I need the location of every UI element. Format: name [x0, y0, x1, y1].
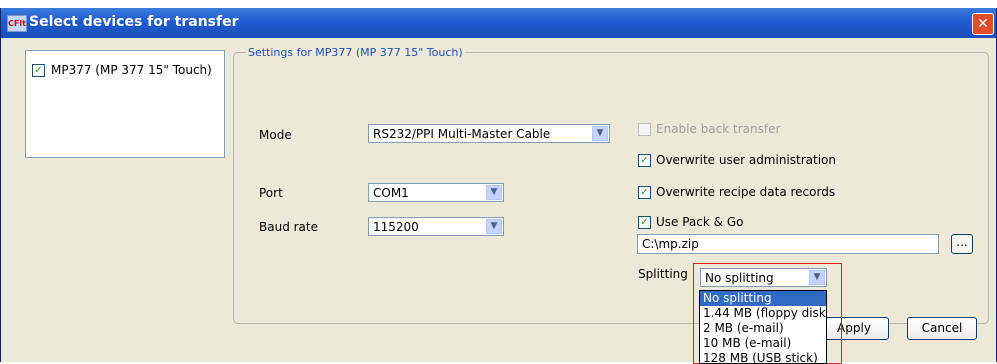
- port-value: COM1: [373, 186, 409, 200]
- use-pack-go-checkbox[interactable]: ✓: [638, 215, 651, 229]
- device-item-mp377[interactable]: ✓ MP377 (MP 377 15" Touch): [32, 63, 212, 77]
- use-pack-go-label: Use Pack & Go: [656, 215, 744, 229]
- port-select[interactable]: COM1 ▼: [368, 183, 504, 202]
- app-icon: CFlt: [7, 15, 27, 32]
- chevron-down-icon[interactable]: ▼: [486, 219, 502, 234]
- overwrite-recipes-checkbox[interactable]: ✓: [638, 185, 651, 199]
- splitting-option[interactable]: 128 MB (USB stick): [700, 351, 826, 363]
- settings-group-title: Settings for MP377 (MP 377 15" Touch): [246, 46, 465, 59]
- pack-path-input[interactable]: C:\mp.zip: [637, 234, 939, 254]
- mode-value: RS232/PPI Multi-Master Cable: [373, 127, 551, 141]
- enable-back-transfer-option: Enable back transfer: [638, 122, 780, 136]
- background-strip: [0, 0, 997, 8]
- transfer-dialog: CFlt Select devices for transfer ✕ ✓ MP3…: [0, 8, 997, 362]
- splitting-option[interactable]: 1.44 MB (floppy disk): [700, 306, 826, 321]
- device-checkbox[interactable]: ✓: [32, 63, 45, 77]
- enable-back-transfer-label: Enable back transfer: [656, 122, 781, 136]
- settings-group: Settings for MP377 (MP 377 15" Touch): [233, 46, 989, 324]
- device-list: ✓ MP377 (MP 377 15" Touch): [25, 50, 225, 158]
- browse-button[interactable]: ...: [951, 234, 973, 254]
- overwrite-user-admin-option[interactable]: ✓ Overwrite user administration: [638, 153, 836, 167]
- chevron-down-icon[interactable]: ▼: [486, 185, 502, 200]
- splitting-option[interactable]: 2 MB (e-mail): [700, 321, 826, 336]
- splitting-option[interactable]: 10 MB (e-mail): [700, 336, 826, 351]
- mode-label: Mode: [259, 128, 292, 142]
- baud-rate-value: 115200: [373, 220, 419, 234]
- enable-back-transfer-checkbox: [638, 122, 651, 136]
- splitting-dropdown-list[interactable]: No splitting 1.44 MB (floppy disk) 2 MB …: [699, 290, 827, 364]
- baud-rate-select[interactable]: 115200 ▼: [368, 217, 504, 236]
- mode-select[interactable]: RS232/PPI Multi-Master Cable ▼: [368, 124, 610, 143]
- overwrite-recipes-label: Overwrite recipe data records: [656, 185, 836, 199]
- port-label: Port: [259, 186, 283, 200]
- title-bar[interactable]: CFlt Select devices for transfer ✕: [1, 8, 996, 38]
- close-button[interactable]: ✕: [972, 13, 994, 35]
- overwrite-recipes-option[interactable]: ✓ Overwrite recipe data records: [638, 185, 835, 199]
- device-label: MP377 (MP 377 15" Touch): [51, 63, 212, 77]
- use-pack-go-option[interactable]: ✓ Use Pack & Go: [638, 215, 743, 229]
- cancel-button[interactable]: Cancel: [907, 317, 977, 340]
- window-title: Select devices for transfer: [29, 14, 239, 30]
- splitting-label: Splitting: [638, 267, 688, 281]
- baud-rate-label: Baud rate: [259, 220, 318, 234]
- overwrite-user-admin-label: Overwrite user administration: [656, 153, 836, 167]
- overwrite-user-admin-checkbox[interactable]: ✓: [638, 153, 651, 167]
- splitting-option[interactable]: No splitting: [700, 291, 826, 306]
- chevron-down-icon[interactable]: ▼: [592, 126, 608, 141]
